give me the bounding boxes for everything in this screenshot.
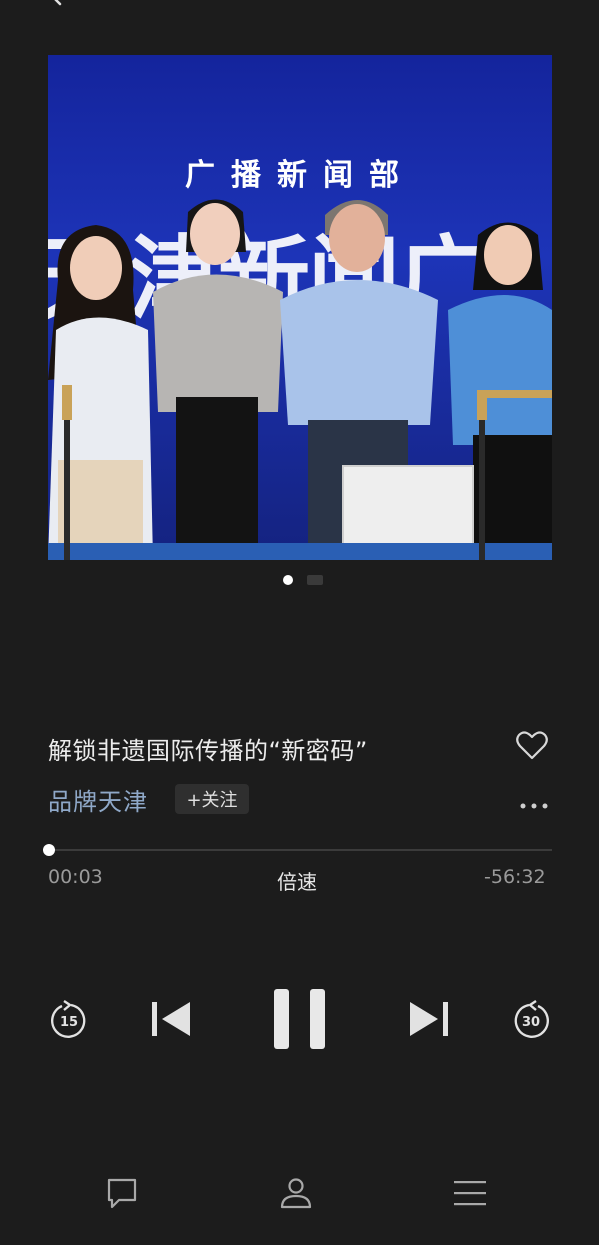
carousel-dot[interactable] (307, 575, 323, 585)
follow-button[interactable]: +关注 (175, 784, 249, 814)
remaining-time: -56:32 (484, 866, 546, 888)
rewind-seconds-label: 15 (60, 1015, 78, 1030)
episode-title: 解锁非遗国际传播的“新密码” (48, 737, 368, 765)
forward-seconds-label: 30 (522, 1015, 540, 1030)
microphone-left (52, 385, 82, 560)
person-figure (148, 192, 288, 560)
profile-icon[interactable] (278, 1175, 314, 1211)
next-track-icon[interactable] (406, 999, 452, 1039)
more-dots-icon[interactable] (518, 797, 550, 815)
progress-handle[interactable] (42, 844, 55, 856)
playback-speed-button[interactable]: 倍速 (277, 866, 317, 895)
pause-icon[interactable] (270, 986, 330, 1052)
back-icon[interactable] (46, 0, 66, 6)
heart-icon[interactable] (515, 730, 549, 762)
previous-track-icon[interactable] (148, 999, 194, 1039)
playlist-icon[interactable] (452, 1176, 488, 1210)
channel-name[interactable]: 品牌天津 (48, 782, 148, 817)
cover-artwork[interactable]: 天津新闻广 广播新闻部 (48, 55, 552, 560)
progress-track[interactable] (48, 849, 552, 851)
carousel-dot-active[interactable] (283, 575, 293, 585)
elapsed-time: 00:03 (48, 866, 103, 888)
forward-30-icon[interactable]: 30 (512, 1000, 550, 1040)
microphone-right (472, 385, 552, 560)
comment-icon[interactable] (104, 1175, 140, 1211)
artwork-banner-text: 广播新闻部 (185, 158, 415, 193)
rewind-15-icon[interactable]: 15 (50, 1000, 88, 1040)
